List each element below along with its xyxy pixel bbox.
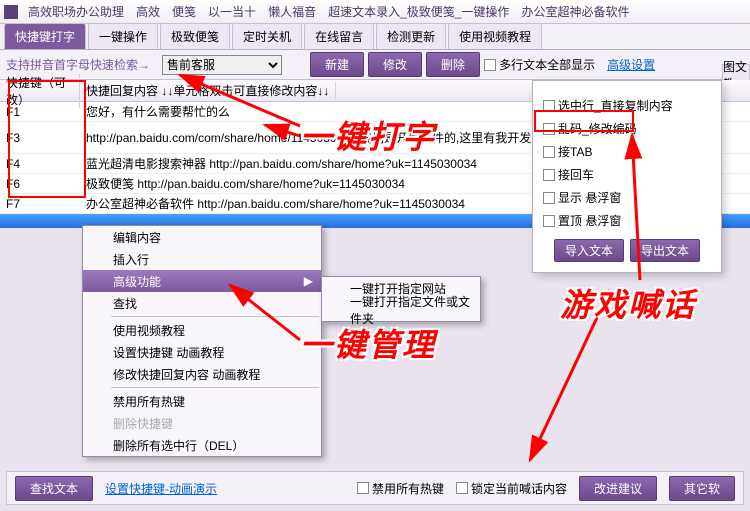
chk-label: 多行文本全部显示 [499, 56, 595, 73]
edit-button[interactable]: 修改 [368, 52, 422, 77]
title-text: 以一当十 [202, 3, 262, 20]
submenu-open-file[interactable]: 一键打开指定文件或文件夹 [322, 299, 480, 321]
chk-float[interactable]: 显示 悬浮窗 [543, 189, 711, 206]
chk-disable-hotkeys[interactable]: 禁用所有热键 [357, 480, 444, 497]
annotation-game: 游戏喊话 [560, 280, 696, 326]
tab-video[interactable]: 使用视频教程 [448, 23, 542, 49]
title-text: 超速文本录入_极致便笺_一键操作 [322, 3, 515, 20]
chk-encoding[interactable]: 乱码_修改编码 [543, 120, 711, 137]
context-menu: 编辑内容 插入行 高级功能▶ 查找 使用视频教程 设置快捷键 动画教程 修改快捷… [82, 225, 322, 457]
export-button[interactable]: 导出文本 [630, 239, 700, 262]
chk-lock-content[interactable]: 锁定当前喊话内容 [456, 480, 567, 497]
multiline-checkbox[interactable]: 多行文本全部显示 [484, 56, 595, 73]
menu-set-hotkey[interactable]: 设置快捷键 动画教程 [83, 341, 321, 363]
tab-onekey[interactable]: 一键操作 [88, 23, 158, 49]
find-text-button[interactable]: 查找文本 [15, 476, 93, 501]
feedback-button[interactable]: 改进建议 [579, 476, 657, 501]
anim-demo-link[interactable]: 设置快捷键-动画演示 [105, 480, 217, 497]
tab-notes[interactable]: 极致便笺 [160, 23, 230, 49]
context-submenu: 一键打开指定网站 一键打开指定文件或文件夹 [321, 276, 481, 322]
col-hotkey: 快捷键（可改） [0, 74, 80, 108]
advanced-settings-link[interactable]: 高级设置 [607, 56, 655, 73]
toolbar: 支持拼音首字母快速检索→ 售前客服 新建 修改 删除 多行文本全部显示 高级设置 [0, 50, 750, 80]
menu-disable-all[interactable]: 禁用所有热键 [83, 390, 321, 412]
menu-separator [111, 316, 319, 317]
menu-edit-content[interactable]: 修改快捷回复内容 动画教程 [83, 363, 321, 385]
tab-message[interactable]: 在线留言 [304, 23, 374, 49]
title-text: 办公室超神必备软件 [515, 3, 635, 20]
title-bar: 高效职场办公助理 高效 便笺 以一当十 懒人福音 超速文本录入_极致便笺_一键操… [0, 0, 750, 24]
chk-tab[interactable]: 接TAB [543, 143, 711, 160]
menu-find[interactable]: 查找 [83, 292, 321, 314]
search-help-text: 支持拼音首字母快速检索→ [6, 56, 158, 73]
other-software-button[interactable]: 其它软 [669, 476, 735, 501]
tab-shutdown[interactable]: 定时关机 [232, 23, 302, 49]
chevron-right-icon: ▶ [304, 274, 313, 288]
import-button[interactable]: 导入文本 [554, 239, 624, 262]
advanced-panel: 选中行_直接复制内容 乱码_修改编码 接TAB 接回车 显示 悬浮窗 置顶 悬浮… [532, 80, 722, 273]
new-button[interactable]: 新建 [310, 52, 364, 77]
delete-button[interactable]: 删除 [426, 52, 480, 77]
menu-advanced[interactable]: 高级功能▶ [83, 270, 321, 292]
app-icon [4, 5, 18, 19]
menu-insert[interactable]: 插入行 [83, 248, 321, 270]
chk-topmost[interactable]: 置顶 悬浮窗 [543, 212, 711, 229]
menu-edit[interactable]: 编辑内容 [83, 226, 321, 248]
title-text: 高效 [130, 3, 166, 20]
tab-hotkey-typing[interactable]: 快捷键打字 [4, 23, 86, 49]
menu-delete-hotkey[interactable]: 删除快捷键 [83, 412, 321, 434]
tab-bar: 快捷键打字 一键操作 极致便笺 定时关机 在线留言 检测更新 使用视频教程 [0, 24, 750, 50]
chk-copy-content[interactable]: 选中行_直接复制内容 [543, 97, 711, 114]
title-text: 懒人福音 [262, 3, 322, 20]
menu-delete-selected[interactable]: 删除所有选中行（DEL） [83, 434, 321, 456]
title-text: 便笺 [166, 3, 202, 20]
menu-separator [111, 387, 319, 388]
chk-enter[interactable]: 接回车 [543, 166, 711, 183]
title-text: 高效职场办公助理 [22, 3, 130, 20]
col-content: 快捷回复内容 ↓↓单元格双击可直接修改内容↓↓ [80, 82, 336, 99]
bottom-bar: 查找文本 设置快捷键-动画演示 禁用所有热键 锁定当前喊话内容 改进建议 其它软 [6, 471, 744, 505]
tab-update[interactable]: 检测更新 [376, 23, 446, 49]
category-select[interactable]: 售前客服 [162, 55, 282, 75]
menu-video-tutorial[interactable]: 使用视频教程 [83, 319, 321, 341]
